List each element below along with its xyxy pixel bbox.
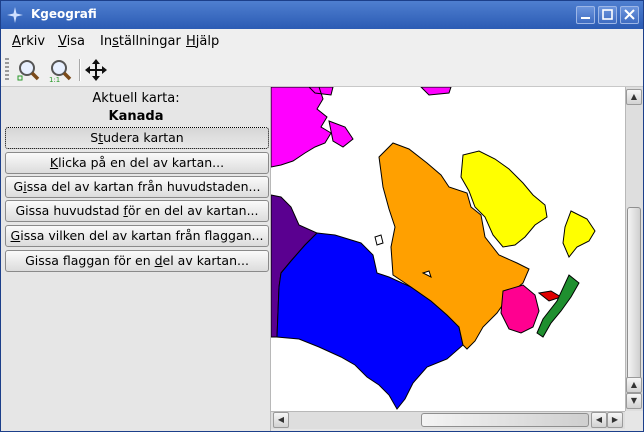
- toolbar-grip[interactable]: [5, 58, 9, 82]
- vertical-scroll-thumb[interactable]: [627, 207, 641, 397]
- horizontal-scrollbar[interactable]: ◀ ◀ ▶: [271, 411, 625, 429]
- toolbar: 1:1: [1, 53, 643, 87]
- scroll-up-button[interactable]: ▲: [626, 89, 642, 105]
- scroll-left-button[interactable]: ◀: [273, 412, 289, 428]
- zoom-button[interactable]: [15, 57, 41, 83]
- menu-arkiv[interactable]: Arkiv: [12, 34, 45, 49]
- scroll-down-up-button[interactable]: ▲: [626, 377, 642, 393]
- maximize-button[interactable]: [598, 6, 617, 24]
- scroll-corner: [625, 411, 643, 429]
- canada-map[interactable]: [271, 87, 625, 411]
- menu-installningar[interactable]: Inställningar: [100, 34, 181, 49]
- guess-capital-button[interactable]: Gissa huvudstad för en del av kartan...: [5, 200, 269, 222]
- svg-text:1:1: 1:1: [49, 76, 60, 83]
- maximize-icon: [602, 9, 613, 20]
- toolbar-separator: [79, 59, 81, 81]
- menu-hjalp[interactable]: Hjälp: [186, 34, 219, 49]
- move-icon: [85, 59, 107, 81]
- scroll-down-button[interactable]: ▼: [626, 393, 642, 409]
- scroll-left-button-2[interactable]: ◀: [591, 412, 607, 428]
- app-icon: [7, 7, 23, 23]
- window-title: Kgeografi: [31, 7, 97, 21]
- minimize-icon: [581, 17, 590, 19]
- zoom-original-icon: 1:1: [49, 60, 72, 84]
- current-map-name: Kanada: [108, 109, 164, 124]
- close-button[interactable]: [620, 6, 639, 24]
- region-nova-scotia[interactable]: [536, 274, 580, 338]
- map-view[interactable]: [271, 87, 625, 411]
- title-bar[interactable]: Kgeografi: [1, 1, 643, 29]
- original-size-button[interactable]: 1:1: [47, 57, 73, 84]
- close-icon: [624, 9, 635, 20]
- region-nunavut[interactable]: [271, 87, 354, 168]
- app-window: Kgeografi Arkiv Visa Inställningar Hjälp: [0, 0, 644, 432]
- region-new-brunswick[interactable]: [500, 284, 540, 334]
- click-on-map-button[interactable]: Klicka på en del av kartan...: [5, 152, 269, 174]
- move-button[interactable]: [83, 57, 109, 83]
- horizontal-scroll-thumb[interactable]: [421, 413, 589, 427]
- guess-from-flag-button[interactable]: Gissa vilken del av kartan från flaggan.…: [5, 225, 269, 247]
- current-map-label: Aktuell karta:: [92, 91, 180, 106]
- vertical-scrollbar[interactable]: ▲ ▲ ▼: [625, 87, 643, 411]
- guess-from-capital-button[interactable]: Gissa del av kartan från huvudstaden...: [5, 176, 269, 198]
- minimize-button[interactable]: [576, 6, 595, 24]
- region-nunavut-island[interactable]: [420, 87, 452, 96]
- study-map-button[interactable]: Studera kartan: [5, 127, 269, 149]
- guess-flag-button[interactable]: Gissa flaggan för en del av kartan...: [5, 250, 269, 272]
- mode-panel: Aktuell karta: Kanada Studera kartan Kli…: [1, 87, 271, 431]
- menu-bar: Arkiv Visa Inställningar Hjälp: [1, 29, 643, 53]
- scroll-right-button[interactable]: ▶: [607, 412, 623, 428]
- zoom-fit-icon: [17, 60, 40, 81]
- menu-visa[interactable]: Visa: [58, 34, 85, 49]
